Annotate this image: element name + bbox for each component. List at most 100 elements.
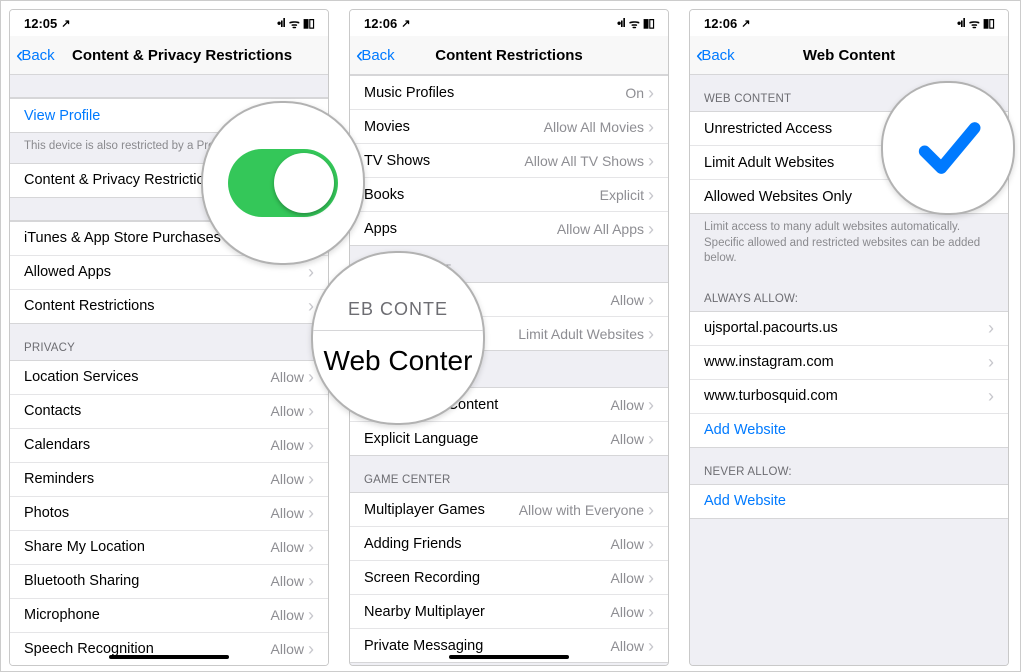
row-label: ujsportal.pacourts.us — [704, 320, 838, 336]
row-detail: Allow — [271, 641, 304, 657]
status-bar: 12:06 ↗ •ıl ᯤ ▮▯ — [690, 10, 1008, 36]
row-label: Add Website — [704, 422, 786, 438]
row-detail: Allow — [271, 471, 304, 487]
row-detail: Limit Adult Websites — [518, 326, 644, 342]
row-detail: Allow — [271, 505, 304, 521]
row-p2-main-2[interactable]: TV ShowsAllow All TV Shows› — [350, 144, 668, 178]
row-p2-main-3[interactable]: BooksExplicit› — [350, 178, 668, 212]
row-p1-top-0[interactable]: iTunes & App Store Purchases› — [10, 222, 328, 256]
status-bar: 12:05 ↗ •ıl ᯤ ▮▯ — [10, 10, 328, 36]
row-p3-opt-0[interactable]: Unrestricted Access — [690, 112, 1008, 146]
row-p1-priv-3[interactable]: RemindersAllow› — [10, 463, 328, 497]
toggle-switch[interactable] — [266, 166, 314, 194]
back-label: Back — [21, 47, 54, 64]
row-detail: Allow — [271, 403, 304, 419]
never-allow-header: NEVER ALLOW: — [690, 448, 1008, 484]
row-p1-priv-5[interactable]: Share My LocationAllow› — [10, 531, 328, 565]
row-p3-opt-2[interactable]: Allowed Websites Only — [690, 180, 1008, 213]
row-p1-priv-1[interactable]: ContactsAllow› — [10, 395, 328, 429]
location-icon: ↗ — [61, 17, 70, 30]
row-label: Adding Friends — [364, 536, 462, 552]
row-p2-gc-3[interactable]: Nearby MultiplayerAllow› — [350, 595, 668, 629]
back-button[interactable]: ‹ Back — [696, 47, 735, 64]
row-p2-main-1[interactable]: MoviesAllow All Movies› — [350, 110, 668, 144]
row-p1-priv-6[interactable]: Bluetooth SharingAllow› — [10, 565, 328, 599]
row-p2-siri-0[interactable]: Web Search ContentAllow› — [350, 388, 668, 422]
row-p2-gc-1[interactable]: Adding FriendsAllow› — [350, 527, 668, 561]
nav-bar: ‹ Back Web Content — [690, 36, 1008, 75]
cell-signal-icon: •ıl — [277, 16, 285, 30]
row-detail: Allow — [611, 604, 644, 620]
row-p1-priv-4[interactable]: PhotosAllow› — [10, 497, 328, 531]
row-label: Photos — [24, 505, 69, 521]
row-label: Bluetooth Sharing — [24, 573, 139, 589]
privacy-header: PRIVACY — [10, 324, 328, 360]
row-label: Share My Location — [24, 539, 145, 555]
view-profile-row[interactable]: View Profile — [10, 99, 328, 132]
row-label: Content Restrictions — [24, 298, 155, 314]
profile-footer: This device is also restricted by a Prof… — [10, 133, 328, 163]
row-p3-always-add[interactable]: Add Website — [690, 414, 1008, 447]
row-p3-always-2[interactable]: www.turbosquid.com› — [690, 380, 1008, 414]
view-profile-label: View Profile — [24, 108, 100, 124]
nav-bar: ‹ Back Content & Privacy Restrictions — [10, 36, 328, 75]
game-center-header: GAME CENTER — [350, 456, 668, 492]
row-p1-priv-8[interactable]: Speech RecognitionAllow› — [10, 633, 328, 665]
add-website-label: Add Website — [704, 493, 786, 509]
row-p2-main-4[interactable]: AppsAllow All Apps› — [350, 212, 668, 245]
row-label: Web Search Content — [364, 397, 498, 413]
location-icon: ↗ — [401, 17, 410, 30]
row-p2-gc-0[interactable]: Multiplayer GamesAllow with Everyone› — [350, 493, 668, 527]
nav-title: Content & Privacy Restrictions — [72, 47, 322, 64]
row-label: Reminders — [24, 471, 94, 487]
back-label: Back — [701, 47, 734, 64]
status-time: 12:06 — [364, 16, 397, 31]
row-p2-siri-1[interactable]: Explicit LanguageAllow› — [350, 422, 668, 455]
row-p1-top-2[interactable]: Content Restrictions› — [10, 290, 328, 323]
phone-2: 12:06 ↗ •ıl ᯤ ▮▯ ‹ Back Content Restrict… — [349, 9, 669, 666]
row-label: Movies — [364, 119, 410, 135]
location-icon: ↗ — [741, 17, 750, 30]
status-time: 12:05 — [24, 16, 57, 31]
row-label: Limit Adult Websites — [704, 155, 834, 171]
row-label: Books — [364, 187, 404, 203]
back-button[interactable]: ‹ Back — [356, 47, 395, 64]
row-p1-priv-2[interactable]: CalendarsAllow› — [10, 429, 328, 463]
row-p2-gc-2[interactable]: Screen RecordingAllow› — [350, 561, 668, 595]
row-p1-priv-7[interactable]: MicrophoneAllow› — [10, 599, 328, 633]
back-label: Back — [361, 47, 394, 64]
row-label: iTunes & App Store Purchases — [24, 230, 221, 246]
wifi-icon: ᯤ — [969, 15, 979, 32]
row-p3-opt-1[interactable]: Limit Adult Websites✓ — [690, 146, 1008, 180]
row-p1-priv-0[interactable]: Location ServicesAllow› — [10, 361, 328, 395]
cell-signal-icon: •ıl — [617, 16, 625, 30]
row-p2-main-0[interactable]: Music ProfilesOn› — [350, 76, 668, 110]
nav-title: Web Content — [696, 47, 1002, 64]
row-detail: Allow All Apps — [557, 221, 644, 237]
add-website-row[interactable]: Add Website — [690, 485, 1008, 518]
battery-icon: ▮▯ — [643, 16, 654, 30]
cell-signal-icon: •ıl — [957, 16, 965, 30]
row-p3-always-0[interactable]: ujsportal.pacourts.us› — [690, 312, 1008, 346]
row-label: Explicit Language — [364, 431, 478, 447]
row-p2-web-0[interactable]: Web ContentLimit Adult Websites› — [350, 317, 668, 350]
row-detail: Allow with Everyone — [519, 502, 644, 518]
row-detail: Allow — [271, 369, 304, 385]
back-button[interactable]: ‹ Back — [16, 47, 55, 64]
restrictions-toggle-row[interactable]: Content & Privacy Restrictions — [10, 164, 328, 197]
toggle-label: Content & Privacy Restrictions — [24, 172, 220, 188]
battery-icon: ▮▯ — [303, 16, 314, 30]
status-time: 12:06 — [704, 16, 737, 31]
row-detail: Allow — [611, 431, 644, 447]
row-p3-always-1[interactable]: www.instagram.com› — [690, 346, 1008, 380]
row-label: Private Messaging — [364, 638, 483, 654]
row-label: Multiplayer Games — [364, 502, 485, 518]
row-label: www.turbosquid.com — [704, 388, 838, 404]
wifi-icon: ᯤ — [289, 15, 299, 32]
row-p2-web-overflow[interactable]: Allow› — [350, 283, 668, 317]
web-content-header: WEB CONTENT — [690, 75, 1008, 111]
status-bar: 12:06 ↗ •ıl ᯤ ▮▯ — [350, 10, 668, 36]
row-label: Unrestricted Access — [704, 121, 832, 137]
phone-1: 12:05 ↗ •ıl ᯤ ▮▯ ‹ Back Content & Privac… — [9, 9, 329, 666]
row-p1-top-1[interactable]: Allowed Apps› — [10, 256, 328, 290]
